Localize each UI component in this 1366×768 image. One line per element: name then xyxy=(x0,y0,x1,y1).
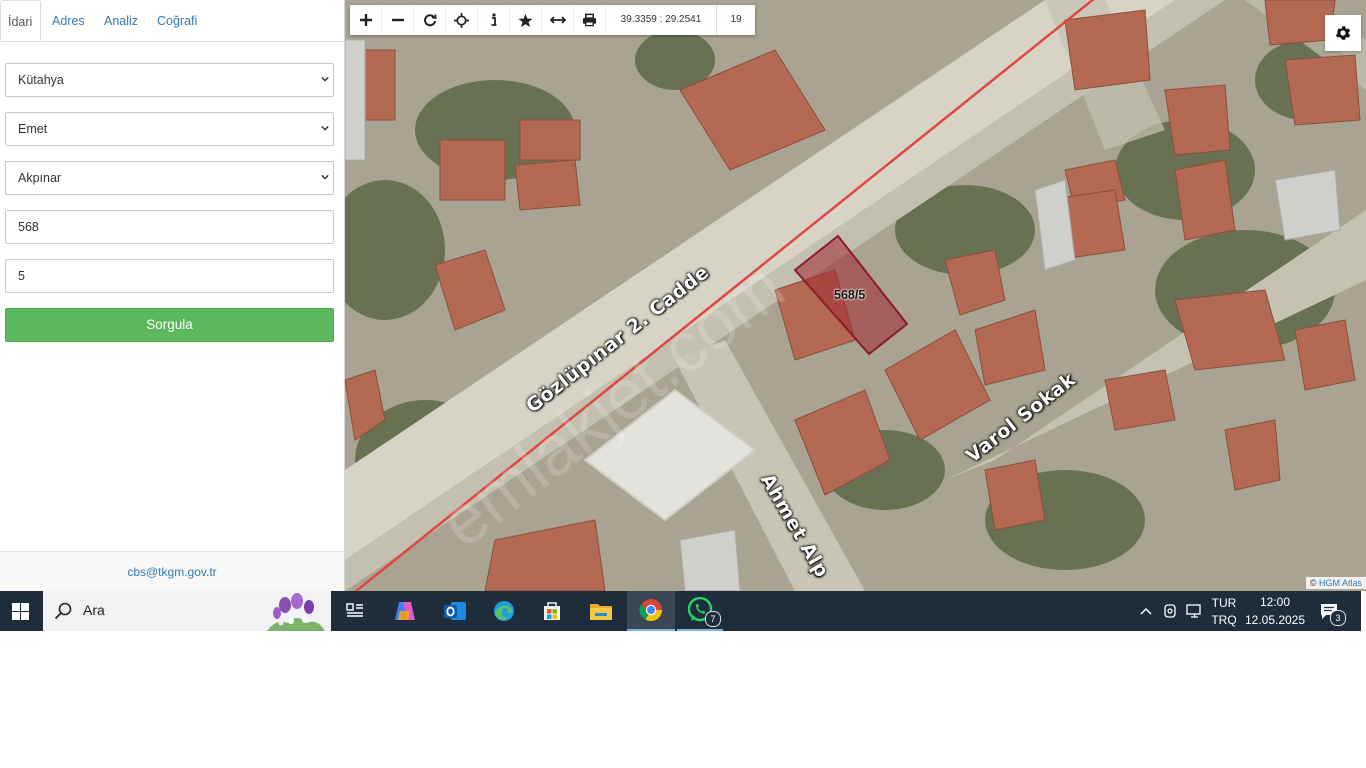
outlook-button[interactable] xyxy=(438,591,472,631)
taskbar-search-box[interactable]: Ara xyxy=(43,591,331,631)
plus-icon xyxy=(359,14,372,26)
whatsapp-button[interactable]: 7 xyxy=(677,591,723,631)
refresh-button[interactable] xyxy=(414,5,446,35)
search-icon xyxy=(54,602,72,620)
query-panel: İdari Adres Analiz Coğrafi Kütahya Emet … xyxy=(0,0,345,592)
search-placeholder: Ara xyxy=(83,602,105,618)
language-bottom[interactable]: TRQ xyxy=(1210,613,1238,627)
windows-taskbar: Ara 7 TUR TRQ 12:00 12.05.2025 3 xyxy=(0,591,1361,631)
copilot-button[interactable] xyxy=(388,591,422,631)
chrome-icon xyxy=(639,599,662,621)
favorite-button[interactable] xyxy=(510,5,542,35)
settings-button[interactable] xyxy=(1325,15,1361,51)
tab-analiz[interactable]: Analiz xyxy=(104,0,138,41)
map-attribution: © HGM Atlas xyxy=(1305,577,1366,589)
locate-icon xyxy=(454,12,469,28)
notifications-button[interactable]: 3 xyxy=(1314,591,1346,631)
chevron-down-icon xyxy=(321,76,329,82)
measure-button[interactable] xyxy=(542,5,574,35)
map-view[interactable]: emlakjet.com Gözlüpınar 2. Cadde Varol S… xyxy=(345,0,1366,591)
coordinate-readout: 39.3359 : 29.2541 xyxy=(606,5,717,35)
tab-adres[interactable]: Adres xyxy=(52,0,85,41)
mahalle-select[interactable]: Akpınar xyxy=(5,161,334,195)
info-icon xyxy=(491,13,496,26)
chevron-down-icon xyxy=(321,174,329,180)
parsel-input-value: 5 xyxy=(18,269,25,283)
locate-button[interactable] xyxy=(446,5,478,35)
map-toolbar: 39.3359 : 29.2541 19 xyxy=(350,5,755,35)
measure-icon xyxy=(549,16,566,24)
chevron-up-icon xyxy=(1140,607,1152,615)
refresh-icon xyxy=(423,14,436,27)
print-icon xyxy=(582,13,597,27)
zoom-in-button[interactable] xyxy=(350,5,382,35)
file-explorer-icon xyxy=(590,604,612,620)
ilce-select[interactable]: Emet xyxy=(5,112,334,146)
chevron-down-icon xyxy=(321,125,329,131)
show-hidden-icons-button[interactable] xyxy=(1136,591,1156,631)
store-icon xyxy=(544,602,560,620)
il-select[interactable]: Kütahya xyxy=(5,63,334,97)
sorgula-button[interactable]: Sorgula xyxy=(5,308,334,342)
zoom-out-button[interactable] xyxy=(382,5,414,35)
il-select-value: Kütahya xyxy=(18,73,64,87)
gear-icon xyxy=(1335,26,1351,40)
mahalle-select-value: Akpınar xyxy=(18,171,62,185)
whatsapp-unread-badge: 7 xyxy=(705,611,721,627)
panel-footer: cbs@tkgm.gov.tr xyxy=(0,551,344,592)
chrome-button[interactable] xyxy=(627,591,675,631)
outlook-icon xyxy=(444,602,466,620)
clock-time[interactable]: 12:00 xyxy=(1244,595,1306,609)
notification-count-badge: 3 xyxy=(1330,610,1346,626)
parsel-input[interactable]: 5 xyxy=(5,259,334,293)
ada-input[interactable]: 568 xyxy=(5,210,334,244)
edge-icon xyxy=(494,601,514,621)
info-button[interactable] xyxy=(478,5,510,35)
tab-cografi[interactable]: Coğrafi xyxy=(157,0,197,41)
network-tray-button[interactable] xyxy=(1183,591,1205,631)
network-icon xyxy=(1185,604,1201,618)
attribution-prefix: © xyxy=(1309,578,1317,588)
ada-input-value: 568 xyxy=(18,220,39,234)
hgm-atlas-link[interactable]: HGM Atlas xyxy=(1319,578,1362,588)
task-view-button[interactable] xyxy=(339,591,371,631)
flowers-highlight-icon xyxy=(267,593,325,631)
contact-email-link[interactable]: cbs@tkgm.gov.tr xyxy=(0,565,344,579)
minus-icon xyxy=(391,18,404,22)
ilce-select-value: Emet xyxy=(18,122,48,136)
store-button[interactable] xyxy=(535,591,569,631)
copilot-icon xyxy=(395,602,415,620)
file-explorer-button[interactable] xyxy=(584,591,618,631)
task-view-icon xyxy=(346,603,363,617)
windows-logo-icon xyxy=(11,602,29,620)
print-button[interactable] xyxy=(574,5,606,35)
clock-date[interactable]: 12.05.2025 xyxy=(1244,613,1306,627)
tab-idari[interactable]: İdari xyxy=(0,0,41,41)
camera-tray-button[interactable] xyxy=(1160,591,1180,631)
tab-bar: İdari Adres Analiz Coğrafi xyxy=(0,0,344,42)
parcel-label: 568/5 xyxy=(834,288,866,302)
edge-button[interactable] xyxy=(487,591,521,631)
start-button[interactable] xyxy=(0,591,40,631)
zoom-level: 19 xyxy=(730,14,742,25)
camera-icon xyxy=(1164,604,1176,618)
language-top[interactable]: TUR xyxy=(1210,596,1238,610)
star-icon xyxy=(518,13,533,27)
